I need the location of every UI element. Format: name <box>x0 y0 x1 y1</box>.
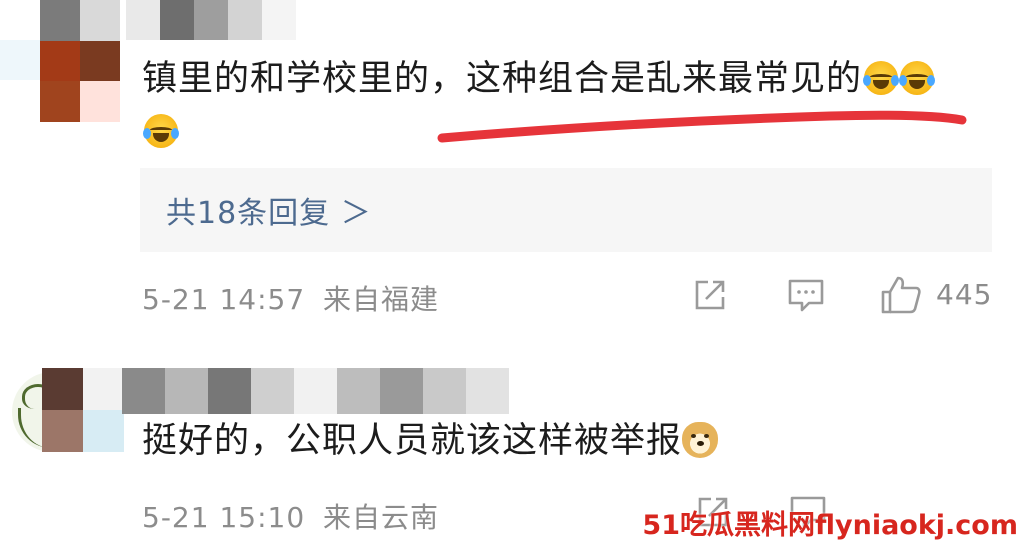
reply-summary-box[interactable]: 共18条回复 ＞ <box>140 168 992 252</box>
comment-text-2: 挺好的，公职人员就该这样被举报 <box>142 418 719 464</box>
location: 来自云南 <box>323 501 440 534</box>
comment-icon[interactable] <box>787 277 825 313</box>
username-mosaic-1[interactable] <box>126 0 296 40</box>
laugh-cry-emoji-icon <box>899 61 936 95</box>
comment-meta-2: 5-21 15:10 来自云南 <box>142 496 439 536</box>
location: 来自福建 <box>323 283 440 316</box>
comment-body: 挺好的，公职人员就该这样被举报 <box>142 421 683 461</box>
laugh-cry-emoji-icon <box>863 61 900 95</box>
avatar-edge-1 <box>0 40 40 80</box>
comment-text-1: 镇里的和学校里的，这种组合是乱来最常见的 <box>142 56 936 102</box>
emoji-line-2 <box>142 114 179 148</box>
site-watermark: 51吃瓜黑料网flyniaokj.com <box>642 510 1018 541</box>
avatar-mosaic-1[interactable] <box>40 0 120 122</box>
timestamp: 5-21 14:57 <box>142 283 306 316</box>
doge-emoji-icon <box>682 422 719 458</box>
like-count: 445 <box>936 278 993 311</box>
comment-body: 镇里的和学校里的，这种组合是乱来最常见的 <box>142 59 863 99</box>
timestamp: 5-21 15:10 <box>142 501 306 534</box>
username-mosaic-2[interactable] <box>122 368 552 414</box>
comment-meta-1: 5-21 14:57 来自福建 <box>142 278 439 318</box>
laugh-cry-emoji-icon <box>143 114 179 148</box>
avatar-mosaic-2 <box>42 368 124 452</box>
share-icon[interactable] <box>692 277 728 313</box>
like-icon[interactable] <box>880 275 922 315</box>
view-replies-link[interactable]: 共18条回复 ＞ <box>166 188 372 232</box>
